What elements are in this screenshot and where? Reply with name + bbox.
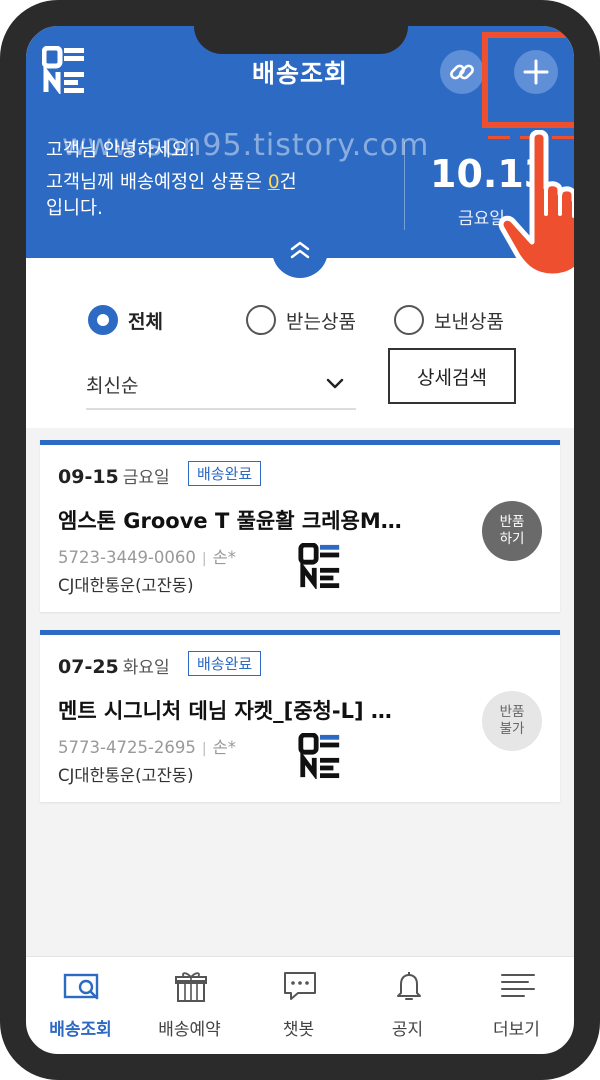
- tab-label: 챗봇: [282, 1020, 315, 1040]
- tab-more[interactable]: 더보기: [462, 957, 571, 1054]
- separator: |: [201, 551, 207, 567]
- shipment-date-value: 09-15: [58, 466, 119, 488]
- status-badge: 배송완료: [188, 651, 262, 676]
- filter-received-label: 받는상품: [286, 310, 356, 333]
- return-label-2: 불가: [499, 721, 525, 737]
- radio-received[interactable]: [246, 305, 276, 335]
- tab-label: 배송예약: [158, 1020, 221, 1040]
- pending-count-prefix: 고객님께 배송예정인 상품은: [46, 172, 268, 193]
- pending-count-text: 고객님께 배송예정인 상품은 0건: [46, 168, 297, 194]
- pending-count-suffix: 건: [279, 172, 297, 193]
- shipment-day: 금요일: [122, 468, 170, 488]
- tab-notice[interactable]: 공지: [353, 957, 462, 1054]
- tab-chatbot[interactable]: 챗봇: [244, 957, 353, 1054]
- tracking-info: 5773-4725-2695 | 손*: [58, 734, 236, 758]
- tab-label: 배송조회: [49, 1020, 112, 1040]
- shipment-list: 09-15 금요일 배송완료 엠스톤 Groove T 풀윤활 크레용M… 572…: [26, 428, 574, 956]
- shipment-date: 09-15 금요일: [58, 463, 170, 488]
- return-label-2: 하기: [499, 531, 525, 547]
- tracking-number: 5773-4725-2695: [58, 738, 196, 757]
- shipment-card[interactable]: 07-25 화요일 배송완료 멘트 시그니처 데님 자켓_[중청-L] … 577…: [40, 630, 560, 802]
- radio-all[interactable]: [88, 305, 118, 335]
- filter-received[interactable]: 받는상품: [246, 302, 356, 338]
- menu-icon: [501, 974, 535, 997]
- tab-label: 공지: [391, 1020, 424, 1040]
- filter-sent-label: 보낸상품: [434, 310, 504, 333]
- greeting-text-end: 입니다.: [46, 198, 103, 219]
- shipment-card[interactable]: 09-15 금요일 배송완료 엠스톤 Groove T 풀윤활 크레용M… 572…: [40, 440, 560, 612]
- collapse-button[interactable]: [272, 238, 328, 278]
- chevron-up-icon: [290, 241, 310, 259]
- status-badge: 배송완료: [188, 461, 262, 486]
- courier-name: CJ대한통운(고잔동): [58, 576, 194, 595]
- tab-delivery-reservation[interactable]: 배송예약: [135, 957, 244, 1054]
- shipment-date: 07-25 화요일: [58, 653, 170, 678]
- radio-sent[interactable]: [394, 305, 424, 335]
- return-label-1: 반품: [499, 514, 525, 530]
- link-icon: [450, 64, 474, 80]
- bottom-tab-bar: 배송조회 배송예약 챗봇 공지 더보기: [26, 956, 574, 1054]
- recipient: 손*: [212, 738, 237, 757]
- sort-value: 최신순: [86, 374, 139, 397]
- shipment-day: 화요일: [122, 658, 170, 678]
- chevron-down-icon: [326, 378, 344, 389]
- product-name: 멘트 시그니처 데님 자켓_[중청-L] …: [58, 699, 392, 723]
- shipment-date-value: 07-25: [58, 656, 119, 678]
- delivery-search-icon: [63, 973, 99, 1000]
- one-logo: [298, 733, 340, 779]
- bell-icon: [397, 972, 421, 1000]
- separator: |: [201, 741, 207, 757]
- app-screen: 배송조회 고객님 안녕하세요! 고객님께 배송예정인 상품은 0건 입니다. 1…: [26, 26, 574, 1054]
- tracking-info: 5723-3449-0060 | 손*: [58, 544, 236, 568]
- pointing-hand-icon: [498, 130, 574, 279]
- pending-count: 0: [267, 172, 280, 193]
- watermark: www.son95.tistory.com: [62, 128, 430, 163]
- phone-frame: 배송조회 고객님 안녕하세요! 고객님께 배송예정인 상품은 0건 입니다. 1…: [0, 0, 600, 1080]
- filter-all-label: 전체: [128, 310, 163, 333]
- chat-icon: [284, 972, 316, 1000]
- return-button[interactable]: 반품 하기: [482, 501, 542, 561]
- recipient: 손*: [212, 548, 237, 567]
- return-unavailable-button[interactable]: 반품 불가: [482, 691, 542, 751]
- product-name: 엠스톤 Groove T 풀윤활 크레용M…: [58, 509, 402, 533]
- share-link-button[interactable]: [440, 50, 484, 94]
- sort-dropdown[interactable]: 최신순: [86, 360, 356, 410]
- detail-search-button[interactable]: 상세검색: [388, 348, 516, 404]
- filter-sent[interactable]: 보낸상품: [394, 302, 504, 338]
- tab-delivery-search[interactable]: 배송조회: [26, 957, 135, 1054]
- return-label-1: 반품: [499, 704, 525, 720]
- filter-all[interactable]: 전체: [88, 302, 163, 338]
- gift-icon: [175, 972, 207, 1002]
- tab-label: 더보기: [493, 1020, 540, 1040]
- phone-notch: [194, 0, 408, 54]
- one-logo: [298, 543, 340, 589]
- courier-name: CJ대한통운(고잔동): [58, 766, 194, 785]
- tracking-number: 5723-3449-0060: [58, 548, 196, 567]
- highlight-box: [482, 32, 574, 128]
